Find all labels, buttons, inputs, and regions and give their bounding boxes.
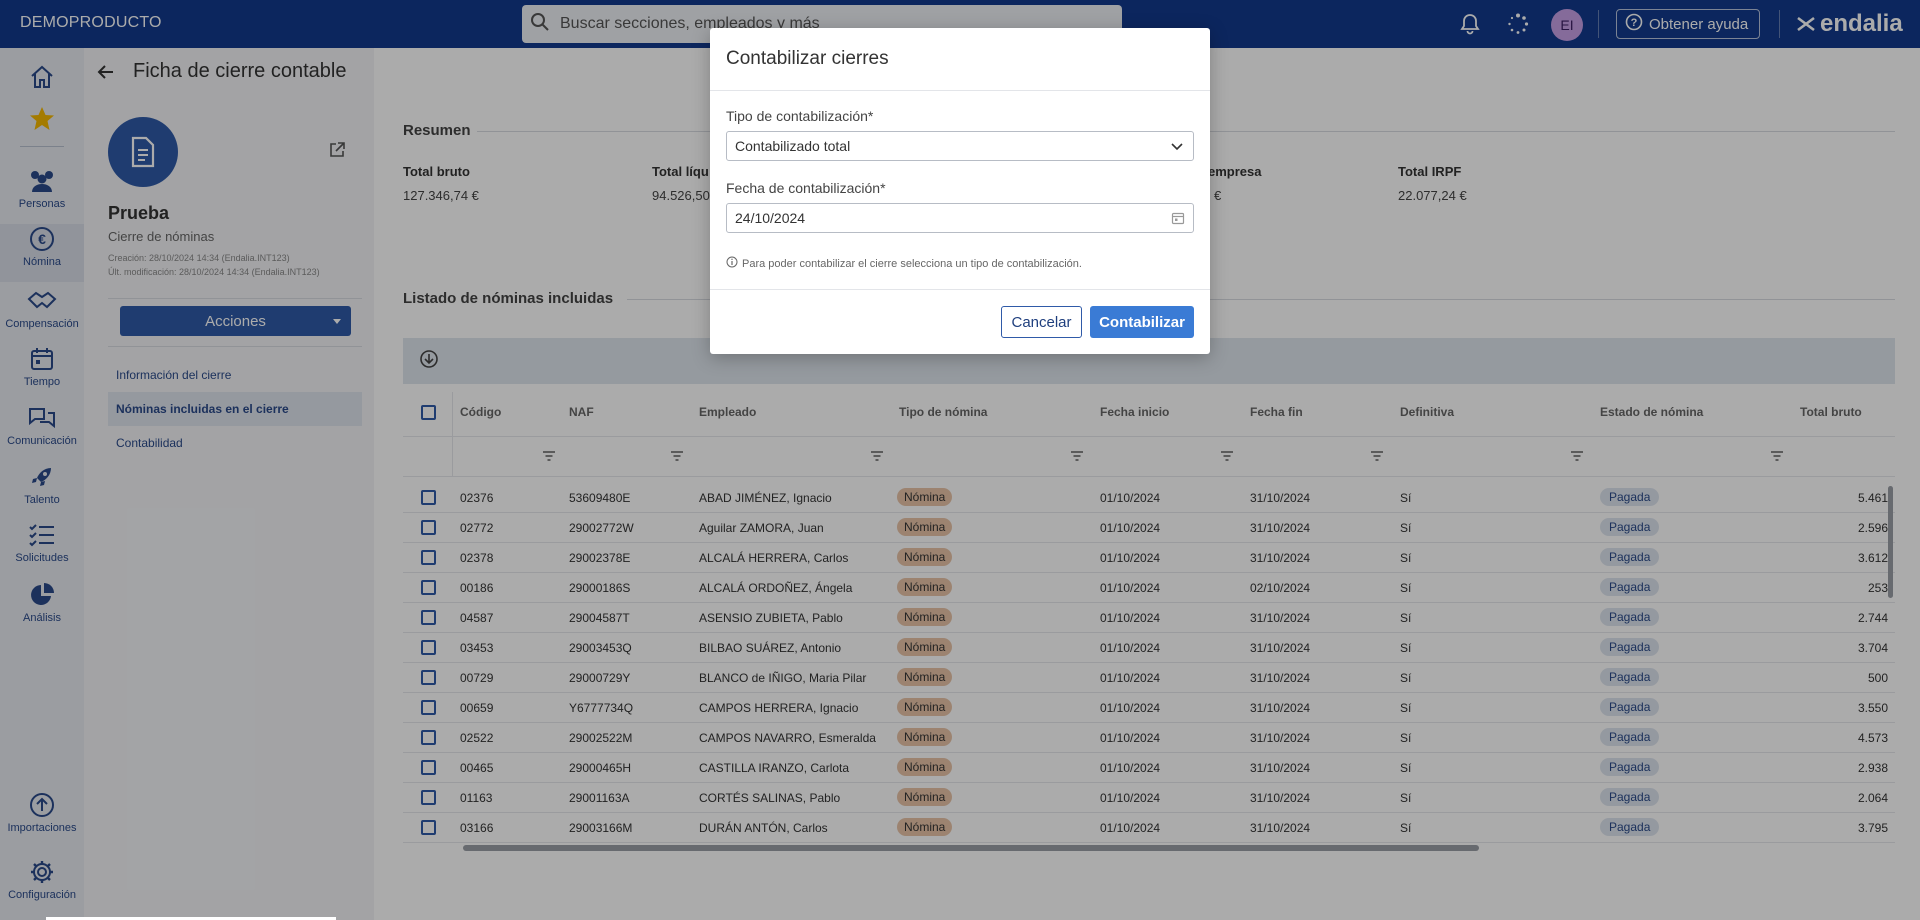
- date-input[interactable]: 24/10/2024: [726, 203, 1194, 233]
- cancel-button[interactable]: Cancelar: [1001, 306, 1082, 338]
- type-label: Tipo de contabilización*: [726, 108, 874, 124]
- accounting-dialog: Contabilizar cierres Tipo de contabiliza…: [710, 28, 1210, 354]
- info-text: Para poder contabilizar el cierre selecc…: [742, 257, 1082, 270]
- calendar-icon[interactable]: [1171, 211, 1185, 228]
- chevron-down-icon: [1169, 139, 1185, 158]
- date-label: Fecha de contabilización*: [726, 180, 886, 196]
- info-icon: [726, 256, 738, 271]
- dialog-title: Contabilizar cierres: [726, 48, 889, 69]
- divider: [710, 289, 1210, 290]
- date-value: 24/10/2024: [735, 210, 806, 226]
- contabilizar-button[interactable]: Contabilizar: [1090, 306, 1194, 338]
- type-value: Contabilizado total: [735, 138, 851, 154]
- divider: [710, 90, 1210, 91]
- type-select[interactable]: Contabilizado total: [726, 131, 1194, 161]
- info-message: Para poder contabilizar el cierre selecc…: [726, 256, 1082, 271]
